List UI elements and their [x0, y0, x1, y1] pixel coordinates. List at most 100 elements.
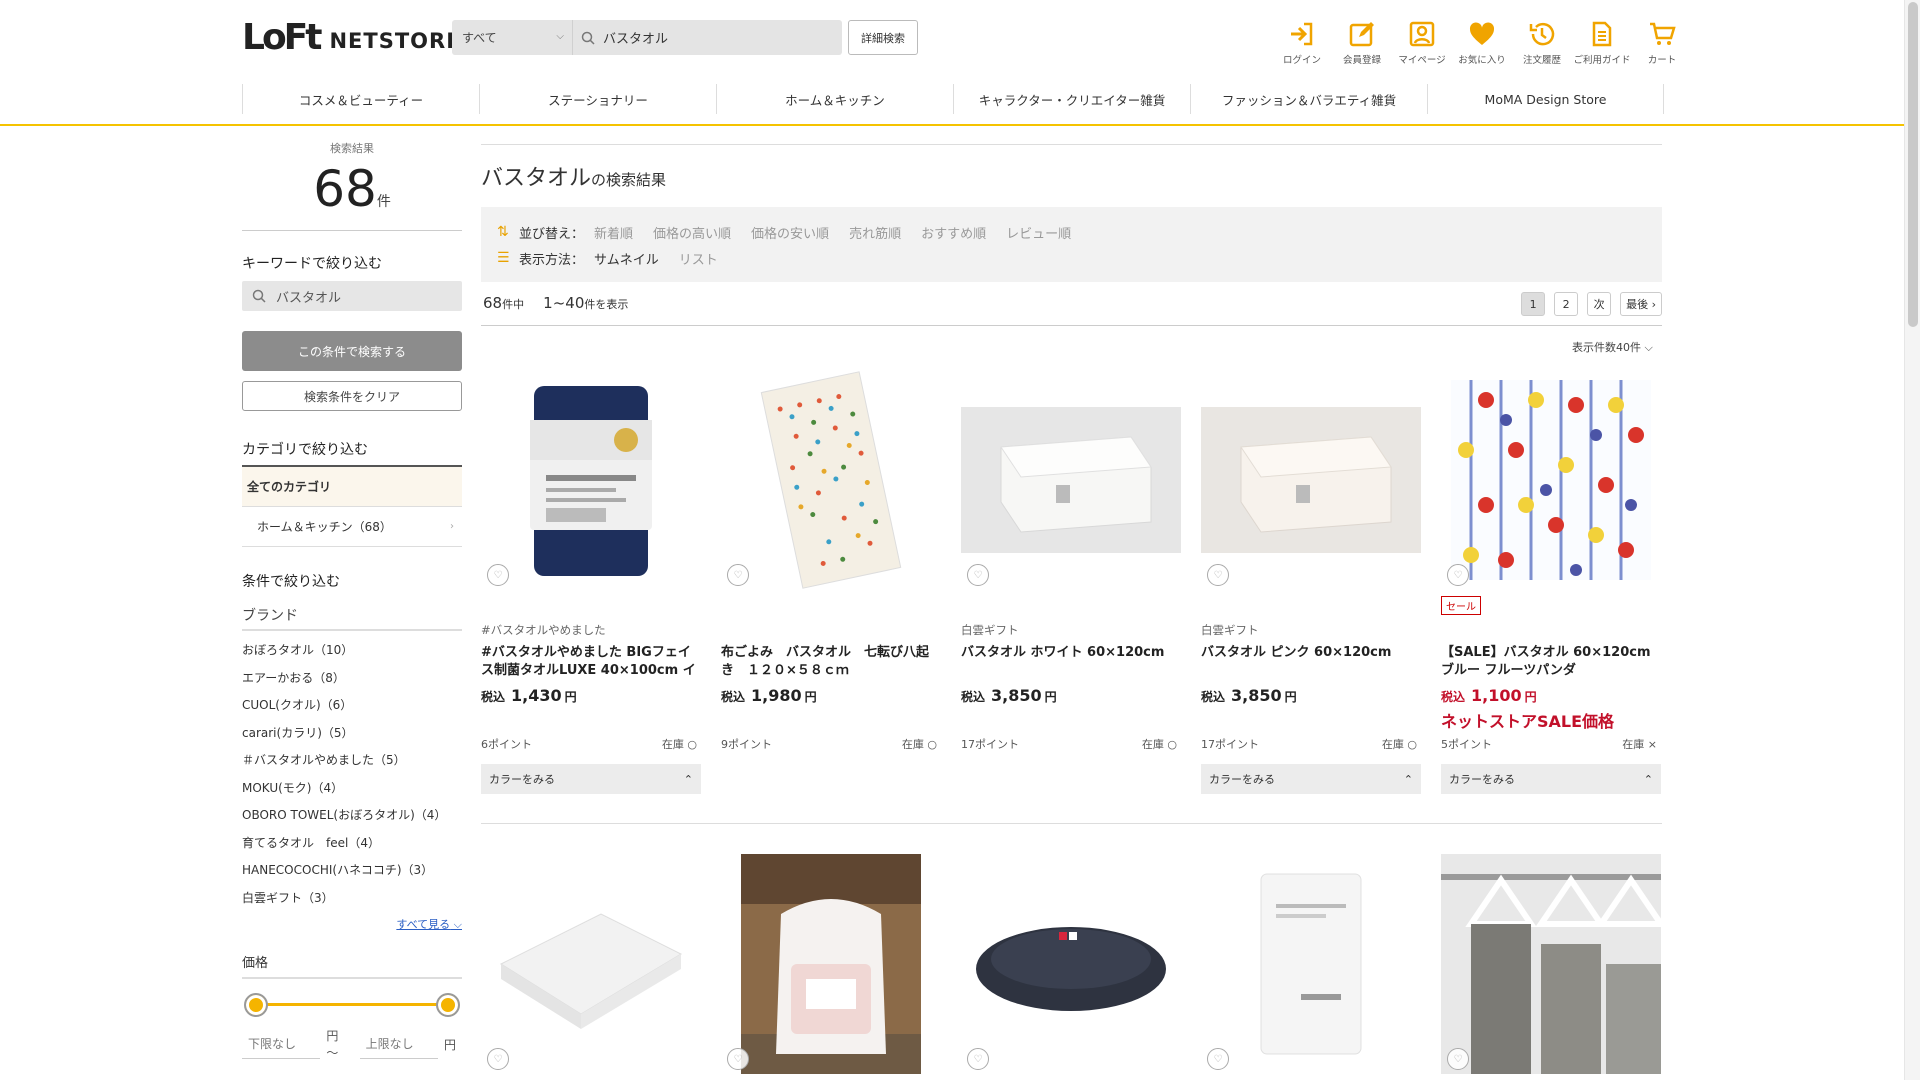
nav-moma[interactable]: MoMA Design Store	[1427, 84, 1664, 114]
product-card[interactable]: ♡	[961, 854, 1181, 1074]
keyword-filter-title: キーワードで絞り込む	[242, 256, 382, 272]
sort-option-price-high[interactable]: 価格の高い順	[653, 223, 731, 242]
product-image[interactable]: ♡	[481, 370, 701, 590]
page-2-button[interactable]: 2	[1554, 292, 1579, 316]
view-option-thumbnail[interactable]: サムネイル	[594, 249, 659, 268]
favorite-link[interactable]: お気に入り	[1452, 18, 1512, 66]
price-slider-min-handle[interactable]	[244, 993, 268, 1017]
nav-home-kitchen[interactable]: ホーム＆キッチン	[716, 84, 953, 114]
product-photo-gift-bag-towel	[741, 854, 921, 1074]
brand-item[interactable]: おぼろタオル（10）	[242, 637, 462, 665]
view-option-list[interactable]: リスト	[679, 249, 718, 268]
product-name[interactable]: 【SALE】バスタオル 60×120cm ブルー フルーツパンダ	[1441, 644, 1661, 680]
keyword-filter-input[interactable]: バスタオル	[242, 281, 462, 311]
sort-option-newest[interactable]: 新着順	[594, 223, 633, 242]
view-colors-button[interactable]: カラーをみる ⌃	[481, 764, 701, 794]
product-card[interactable]: ♡ 布ごよみ バスタオル 七転び八起き １２０×５８ｃｍ 税込 1,980 円 9ポ…	[721, 370, 941, 800]
product-image[interactable]: ♡	[1441, 370, 1661, 590]
sort-option-price-low[interactable]: 価格の安い順	[751, 223, 829, 242]
last-page-button[interactable]: 最後 ›	[1620, 292, 1662, 316]
price-min-input[interactable]: 下限なし	[242, 1029, 321, 1059]
pagination: 1 2 次 最後 ›	[1512, 292, 1662, 316]
price-max-input[interactable]: 上限なし	[359, 1029, 438, 1059]
search-field[interactable]	[572, 20, 842, 55]
brand-item[interactable]: MOKU(モク)（4）	[242, 775, 462, 803]
cart-link[interactable]: カート	[1632, 18, 1692, 66]
view-colors-label: カラーをみる	[489, 773, 555, 786]
sort-option-bestseller[interactable]: 売れ筋順	[849, 223, 901, 242]
per-page-select[interactable]: 表示件数40件 ⌵	[1572, 339, 1653, 355]
product-card[interactable]: ♡	[721, 854, 941, 1074]
history-link[interactable]: 注文履歴	[1512, 18, 1572, 66]
product-card[interactable]: ♡ セール 【SALE】バスタオル 60×120cm ブルー フルーツパンダ 税…	[1441, 370, 1661, 800]
clear-filter-button[interactable]: 検索条件をクリア	[242, 381, 462, 411]
product-name[interactable]: バスタオル ホワイト 60×120cm	[961, 644, 1181, 680]
product-image[interactable]: ♡	[721, 370, 941, 590]
page-scrollbar[interactable]	[1904, 0, 1920, 1080]
favorite-icon[interactable]: ♡	[487, 1048, 509, 1070]
favorite-icon[interactable]: ♡	[1447, 1048, 1469, 1070]
see-all-brands-link[interactable]: すべて見る ⌵	[242, 916, 462, 932]
product-name[interactable]: #バスタオルやめました BIGフェイス制菌タオルLUXE 40×100cm イン…	[481, 644, 701, 680]
view-colors-button[interactable]: カラーをみる ⌃	[1441, 764, 1661, 794]
nav-character[interactable]: キャラクター・クリエイター雑貨	[953, 84, 1190, 114]
logo-subtitle: NETSTORE	[329, 29, 462, 53]
advanced-search-button[interactable]: 詳細検索	[848, 20, 918, 55]
sort-option-review[interactable]: レビュー順	[1006, 223, 1071, 242]
product-name[interactable]: バスタオル ピンク 60×120cm	[1201, 644, 1421, 680]
nav-cosme[interactable]: コスメ＆ビューティー	[242, 84, 479, 114]
apply-filter-button[interactable]: この条件で検索する	[242, 331, 462, 371]
product-card[interactable]: ♡	[1201, 854, 1421, 1074]
brand-item[interactable]: ＃バスタオルやめました（5）	[242, 747, 462, 775]
product-card[interactable]: ♡ 白雲ギフト バスタオル ホワイト 60×120cm 税込 3,850 円 17ポ…	[961, 370, 1181, 800]
login-link[interactable]: ログイン	[1272, 18, 1332, 66]
favorite-icon[interactable]: ♡	[487, 564, 509, 586]
sort-icon: ⇅	[497, 224, 509, 240]
brand-item[interactable]: エアーかおる（8）	[242, 665, 462, 693]
product-card[interactable]: ♡	[481, 854, 701, 1074]
product-name[interactable]: 布ごよみ バスタオル 七転び八起き １２０×５８ｃｍ	[721, 644, 941, 680]
price-slider[interactable]	[242, 983, 462, 1023]
history-icon	[1529, 22, 1555, 46]
price-slider-max-handle[interactable]	[436, 993, 460, 1017]
favorite-icon[interactable]: ♡	[1207, 1048, 1229, 1070]
product-photo-fruit-panda-towel	[1451, 380, 1651, 580]
next-page-button[interactable]: 次	[1587, 292, 1612, 316]
category-home-kitchen[interactable]: ホーム＆キッチン（68） ›	[242, 507, 462, 547]
price-value: 1,100	[1471, 686, 1522, 705]
search-bar: すべて ⌵ 詳細検索	[452, 20, 918, 55]
favorite-icon[interactable]: ♡	[967, 564, 989, 586]
search-category-select[interactable]: すべて ⌵	[452, 20, 572, 55]
search-input[interactable]	[603, 30, 823, 45]
product-card[interactable]: ♡	[1441, 854, 1667, 1074]
logo-mark: LoFt	[242, 17, 323, 58]
nav-fashion[interactable]: ファッション＆バラエティ雑貨	[1190, 84, 1427, 114]
register-link[interactable]: 会員登録	[1332, 18, 1392, 66]
favorite-icon[interactable]: ♡	[967, 1048, 989, 1070]
guide-link[interactable]: ご利用ガイド	[1572, 18, 1632, 66]
favorite-icon[interactable]: ♡	[727, 1048, 749, 1070]
mypage-link[interactable]: マイページ	[1392, 18, 1452, 66]
price-value: 3,850	[1231, 686, 1282, 705]
scrollbar-thumb[interactable]	[1908, 2, 1918, 327]
brand-item[interactable]: OBORO TOWEL(おぼろタオル)（4）	[242, 802, 462, 830]
favorite-icon[interactable]: ♡	[1207, 564, 1229, 586]
site-logo[interactable]: LoFt NETSTORE	[242, 18, 462, 58]
view-colors-button[interactable]: カラーをみる ⌃	[1201, 764, 1421, 794]
brand-item[interactable]: carari(カラリ)（5）	[242, 720, 462, 748]
brand-item[interactable]: CUOL(クオル)（6）	[242, 692, 462, 720]
nav-stationery[interactable]: ステーショナリー	[479, 84, 716, 114]
brand-item[interactable]: 育てるタオル feel（4）	[242, 830, 462, 858]
sort-option-recommended[interactable]: おすすめ順	[921, 223, 986, 242]
favorite-icon[interactable]: ♡	[727, 564, 749, 586]
product-image[interactable]: ♡	[961, 370, 1181, 590]
favorite-icon[interactable]: ♡	[1447, 564, 1469, 586]
category-all[interactable]: 全てのカテゴリ	[242, 467, 462, 507]
product-card[interactable]: ♡ #バスタオルやめました #バスタオルやめました BIGフェイス制菌タオルLU…	[481, 370, 701, 800]
global-nav: コスメ＆ビューティー ステーショナリー ホーム＆キッチン キャラクター・クリエイ…	[242, 84, 1664, 114]
page-1-button[interactable]: 1	[1521, 292, 1546, 316]
brand-item[interactable]: HANECOCOCHI(ハネココチ)（3）	[242, 857, 462, 885]
brand-item[interactable]: 白雲ギフト（3）	[242, 885, 462, 913]
product-card[interactable]: ♡ 白雲ギフト バスタオル ピンク 60×120cm 税込 3,850 円 17ポイ…	[1201, 370, 1421, 800]
product-image[interactable]: ♡	[1201, 370, 1421, 590]
